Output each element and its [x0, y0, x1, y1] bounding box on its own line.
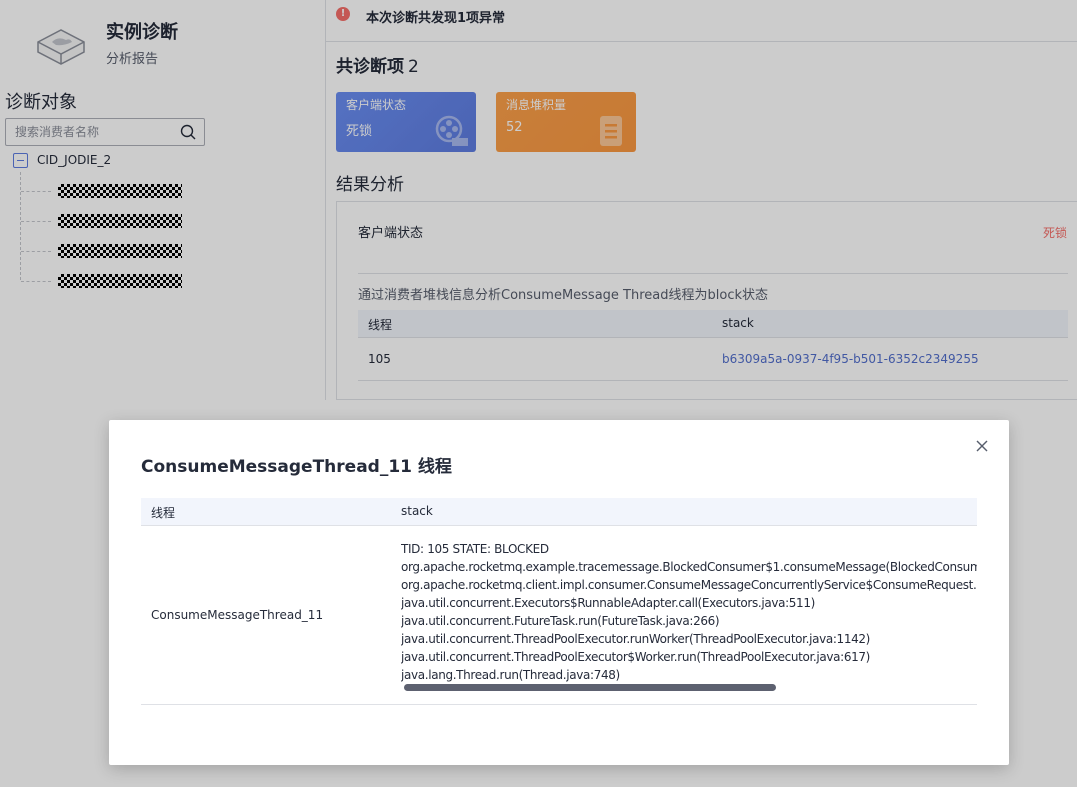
thread-name: ConsumeMessageThread_11 — [151, 608, 324, 622]
stack-line: java.lang.Thread.run(Thread.java:748) — [401, 668, 620, 682]
stack-line: java.util.concurrent.FutureTask.run(Futu… — [401, 614, 720, 628]
stack-line: java.util.concurrent.ThreadPoolExecutor.… — [401, 632, 871, 646]
stack-line: java.util.concurrent.ThreadPoolExecutor$… — [401, 650, 871, 664]
close-icon[interactable] — [975, 439, 989, 453]
dialog-title: ConsumeMessageThread_11 线程 — [141, 457, 452, 477]
column-header-thread: 线程 — [151, 506, 176, 520]
stack-trace: TID: 105 STATE: BLOCKED org.apache.rocke… — [401, 540, 977, 684]
stack-line: org.apache.rocketmq.example.tracemessage… — [401, 560, 977, 574]
stack-line: java.util.concurrent.Executors$RunnableA… — [401, 596, 815, 610]
stack-table: 线程 stack ConsumeMessageThread_11 TID: 10… — [141, 498, 977, 705]
thread-stack-dialog: ConsumeMessageThread_11 线程 线程 stack Cons… — [109, 420, 1009, 765]
table-row: ConsumeMessageThread_11 TID: 105 STATE: … — [141, 526, 977, 705]
horizontal-scrollbar[interactable] — [404, 684, 776, 691]
column-header-stack: stack — [401, 504, 433, 518]
table-header: 线程 stack — [141, 498, 977, 526]
stack-line: TID: 105 STATE: BLOCKED — [401, 542, 549, 556]
stack-line: org.apache.rocketmq.client.impl.consumer… — [401, 578, 977, 592]
